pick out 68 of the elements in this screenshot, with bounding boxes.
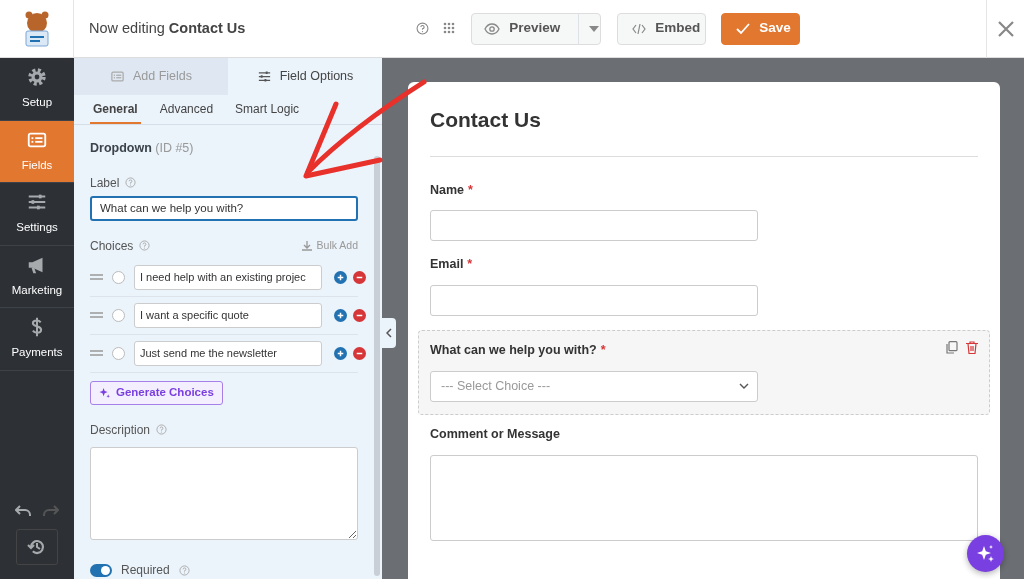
close-icon[interactable] <box>997 20 1014 37</box>
choice-input[interactable]: I need help with an existing projec <box>134 264 322 290</box>
help-icon <box>156 424 168 435</box>
add-icon[interactable] <box>334 308 347 322</box>
textarea-field[interactable] <box>430 454 978 541</box>
preview-button-group[interactable]: Preview <box>471 12 602 45</box>
text-input[interactable] <box>430 210 758 242</box>
help-icon <box>139 240 151 251</box>
label-input[interactable]: What can we help you with? <box>90 195 358 221</box>
embed-button[interactable]: Embed <box>617 12 707 45</box>
field-label: Comment or Message <box>430 425 560 443</box>
help-icon <box>178 564 190 576</box>
required-mark: * <box>467 256 473 274</box>
description-caption: Description <box>90 421 151 439</box>
choice-radio[interactable] <box>112 346 125 360</box>
choice-radio[interactable] <box>112 308 125 322</box>
duplicate-icon[interactable] <box>946 341 958 354</box>
sparkle-icon <box>975 543 996 564</box>
redo-icon[interactable] <box>43 505 59 517</box>
sliders-icon <box>256 69 272 85</box>
help-icon[interactable] <box>416 22 430 35</box>
sub-tab[interactable]: General <box>90 95 141 124</box>
remove-icon[interactable] <box>353 346 366 360</box>
history-icon <box>27 537 47 557</box>
description-input[interactable] <box>90 446 358 540</box>
add-icon[interactable] <box>334 270 347 284</box>
trash-icon[interactable] <box>966 341 978 354</box>
chevron-down-icon <box>739 383 749 390</box>
required-mark: * <box>468 181 473 199</box>
collapse-handle[interactable] <box>382 318 396 348</box>
undo-icon[interactable] <box>15 505 31 517</box>
generate-choices-button[interactable]: Generate Choices <box>90 380 223 405</box>
check-icon <box>736 22 751 35</box>
remove-icon[interactable] <box>353 308 366 322</box>
field-label: Email <box>430 256 464 274</box>
eye-icon <box>484 22 501 35</box>
choice-input[interactable]: I want a specific quote <box>134 302 322 328</box>
label-caption: Label <box>90 174 120 192</box>
choice-input[interactable]: Just send me the newsletter <box>134 340 322 366</box>
download-icon <box>301 240 312 251</box>
form-title: Contact Us <box>430 102 978 157</box>
field-type-heading: Dropdown (ID #5) <box>90 139 195 157</box>
sub-tab[interactable]: Advanced <box>156 95 217 124</box>
field-label: What can we help you with? <box>430 342 597 359</box>
preview-button[interactable]: Preview <box>472 12 579 45</box>
remove-icon[interactable] <box>353 270 366 284</box>
choice-radio[interactable] <box>112 270 125 284</box>
drag-handle-icon[interactable] <box>90 274 103 280</box>
caret-icon <box>589 25 600 32</box>
text-input[interactable] <box>430 285 758 316</box>
drag-handle-icon[interactable] <box>90 312 103 318</box>
editing-title: Now editing Contact Us <box>89 18 246 38</box>
code-icon <box>632 22 647 35</box>
gear-icon <box>26 66 48 89</box>
help-icon <box>125 177 137 188</box>
required-caption: Required <box>121 562 170 579</box>
add-icon[interactable] <box>334 346 347 360</box>
sparkle-icon <box>99 387 110 398</box>
scrollbar[interactable] <box>374 156 380 576</box>
required-mark: * <box>600 342 606 359</box>
field-label: Name <box>430 181 465 199</box>
list-icon <box>109 69 125 85</box>
chevron-left-icon <box>386 328 392 338</box>
sub-tab[interactable]: Smart Logic <box>232 95 303 124</box>
revisions-button[interactable] <box>16 529 58 565</box>
choices-caption: Choices <box>90 237 134 255</box>
drag-handle-icon[interactable] <box>90 350 103 356</box>
required-toggle[interactable] <box>90 563 112 577</box>
